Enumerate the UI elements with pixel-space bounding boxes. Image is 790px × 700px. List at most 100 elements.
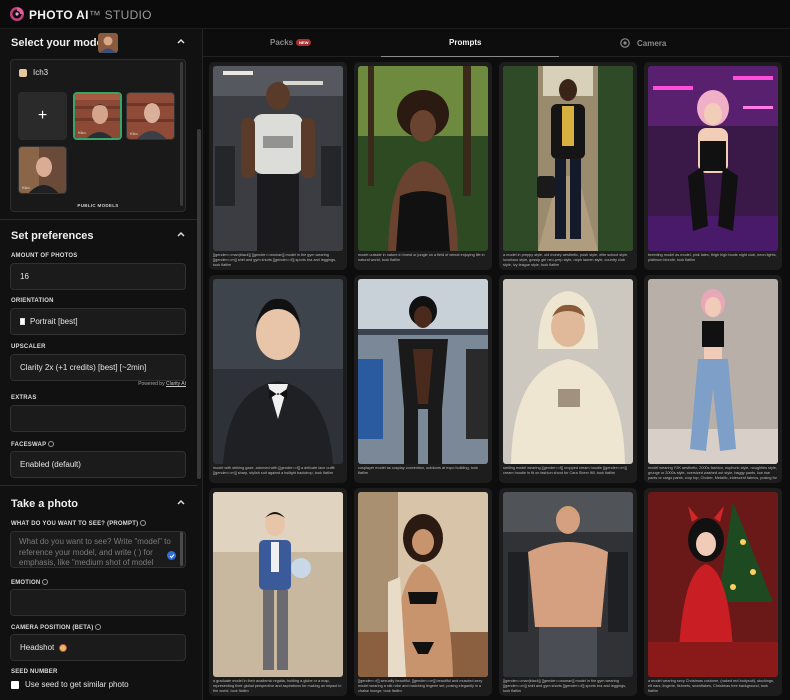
tab-camera[interactable]: Camera [620,38,666,48]
active-tab-indicator [381,56,559,57]
model-thumb-2[interactable]: Kiko [126,92,175,140]
orientation-label: ORIENTATION [11,298,54,304]
gallery-caption: model with striking gaze, adorned with [… [213,466,335,475]
faceswap-help-icon[interactable] [48,441,55,447]
model-thumb-1[interactable]: Kiko [73,92,122,140]
orientation-select[interactable]: Portrait [best] [10,308,186,335]
model-picker: Ich3 + Kiko Kiko Kiko PUBLIC MODELS [10,59,186,212]
gallery-image-graduate-man [213,492,343,677]
brand-name[interactable]: PHOTO AI™ STUDIO [29,8,152,22]
amount-input[interactable]: 16 [10,263,186,290]
extras-select[interactable] [10,405,186,432]
emotion-label-text: EMOTION [11,580,41,586]
model-thumb-3[interactable]: Kiko [18,146,67,194]
powered-by-text: Powered by [138,381,165,387]
tab-packs[interactable]: Packs NEW [270,38,312,47]
gallery-caption: model wearing Y2K aesthetic, 2000s fashi… [648,466,777,480]
powered-by: Powered by Clarity AI [138,381,186,387]
gallery-image-hoodie-man [503,279,633,464]
orientation-value: Portrait [best] [30,317,78,326]
gallery-caption: cosplayer model as cosplay convention, o… [358,466,478,475]
brand-sub: ™ STUDIO [88,8,152,22]
grammar-check-icon[interactable] [167,551,176,560]
tab-prompts-label: Prompts [449,38,482,47]
gallery-caption: a graduate model in their academic regal… [213,679,342,693]
gallery-caption: [[gender==f]] sexually beautiful, [[gend… [358,679,483,693]
model-emoji-icon [19,68,27,77]
prompt-scrollbar[interactable] [180,532,183,566]
gallery-image-suit-man [213,279,343,464]
gallery-card[interactable]: [[gender==man|black]] [[gender==woman]] … [209,62,347,270]
gallery-image-y2k-woman [648,279,778,464]
model-picker-scrollbar[interactable] [180,62,183,206]
seed-checkbox[interactable] [11,680,19,689]
portrait-icon [20,318,25,325]
tab-camera-label: Camera [637,38,667,48]
prompt-label-text: WHAT DO YOU WANT TO SEE? (PROMPT) [11,521,139,527]
gallery-card[interactable]: a graduate model in their academic regal… [209,488,347,696]
emotion-select[interactable] [10,589,186,616]
gallery-image-christmas-woman [648,492,778,677]
gallery-image-cosplay-woman [358,279,488,464]
gallery-card[interactable]: [[gender==man|black]] [[gender==woman]] … [499,488,637,696]
gallery-card[interactable]: model outside in nature in forest or jun… [354,62,492,270]
amount-value: 16 [20,272,29,281]
gallery-card[interactable]: cosplayer model as cosplay convention, o… [354,275,492,483]
model-thumb-tag: Kiko [130,131,138,136]
gallery-image-lingerie-woman [358,492,488,677]
faceswap-value: Enabled (default) [20,460,81,469]
seed-checkbox-label: Use seed to get similar photo [25,680,129,689]
sidebar-scrollbar[interactable] [197,129,201,479]
gallery-image-gym-man [213,66,343,251]
tab-bar: Packs NEW Prompts Camera [203,29,790,57]
gallery-card[interactable]: a model wearing sexy Christmas costume, … [644,488,782,696]
current-model-avatar[interactable] [98,33,118,53]
camera-position-help-icon[interactable] [95,624,102,630]
seed-checkbox-row[interactable]: Use seed to get similar photo [11,680,129,689]
gallery-card[interactable]: a model in preppy style, old money aesth… [499,62,637,270]
gallery-card[interactable]: model with striking gaze, adorned with [… [209,275,347,483]
gallery-card[interactable]: model wearing Y2K aesthetic, 2000s fashi… [644,275,782,483]
camera-position-label-text: CAMERA POSITION (BETA) [11,625,94,631]
public-models-label: PUBLIC MODELS [77,203,119,208]
preferences-collapse-icon[interactable] [176,229,186,239]
clarity-ai-link[interactable]: Clarity AI [166,381,186,387]
model-section-collapse-icon[interactable] [176,36,186,46]
take-photo-collapse-icon[interactable] [176,497,186,507]
gallery-caption: smiling model wearing [[gender==f]] crop… [503,466,627,475]
faceswap-label-text: FACESWAP [11,442,47,448]
prompt-textarea[interactable]: What do you want to see? Write "model" t… [10,531,186,568]
amount-label: AMOUNT OF PHOTOS [11,253,78,259]
gallery-caption: [[gender==man|black]] [[gender==woman]] … [503,679,627,693]
camera-position-select[interactable]: Headshot [10,634,186,661]
upscaler-value: Clarity 2x (+1 credits) [best] [~2min] [20,363,147,372]
app-window: PHOTO AI™ STUDIO Select your model Ich3 … [0,0,790,700]
gallery-card[interactable]: breeding model as model, pink latex, thi… [644,62,782,270]
sidebar: Select your model Ich3 + Kiko Kiko Kiko … [0,29,203,700]
selected-model-row[interactable]: Ich3 [19,68,48,77]
gallery-image-forest-woman [358,66,488,251]
faceswap-select[interactable]: Enabled (default) [10,451,186,478]
plus-icon: + [37,107,48,124]
main-panel: Packs NEW Prompts Camera [[gender==man|bl… [203,29,790,700]
seed-label: SEED NUMBER [11,669,58,675]
brand-main: PHOTO AI [29,8,89,22]
gallery-card[interactable]: [[gender==f]] sexually beautiful, [[gend… [354,488,492,696]
extras-label: EXTRAS [11,395,37,401]
gallery-caption: [[gender==man|black]] [[gender==woman]] … [213,253,337,267]
photo-ai-logo-icon[interactable] [9,6,25,22]
prompt-help-icon[interactable] [140,520,147,526]
tab-prompts[interactable]: Prompts [449,38,481,47]
gallery-image-preppy-man [503,66,633,251]
faceswap-label: FACESWAP [11,441,55,448]
section-divider [0,485,197,486]
take-photo-section-title: Take a photo [11,498,79,510]
gallery-card[interactable]: smiling model wearing [[gender==f]] crop… [499,275,637,483]
emotion-help-icon[interactable] [42,579,49,585]
top-bar: PHOTO AI™ STUDIO [0,0,790,29]
gallery-image-neon-woman [648,66,778,251]
emotion-label: EMOTION [11,579,49,586]
add-model-button[interactable]: + [18,92,67,140]
upscaler-select[interactable]: Clarity 2x (+1 credits) [best] [~2min] [10,354,186,381]
gallery-image-gym-muscle-man [503,492,633,677]
